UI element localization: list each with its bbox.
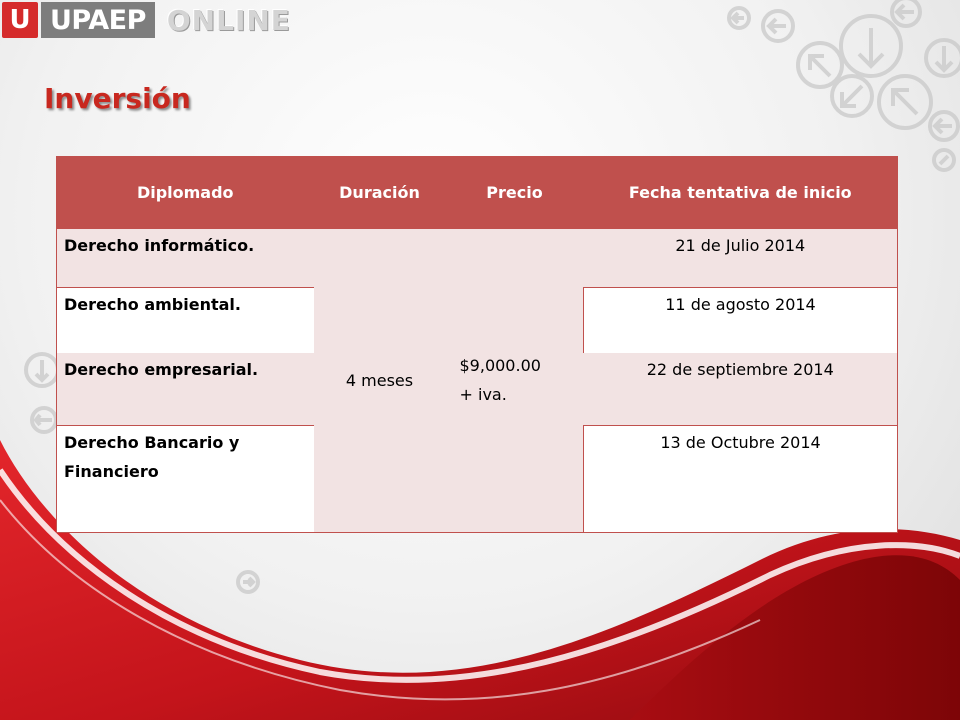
- table-header-row: Diplomado Duración Precio Fecha tentativ…: [56, 156, 898, 229]
- logo-mark: U: [2, 2, 38, 38]
- header-precio: Precio: [445, 156, 584, 229]
- upaep-online-logo: U UPAEP ONLINE: [2, 2, 291, 38]
- investment-table: Diplomado Duración Precio Fecha tentativ…: [56, 156, 898, 533]
- arrow-circle-icon: [928, 110, 960, 142]
- logo-suffix: ONLINE: [166, 3, 291, 37]
- header-diplomado: Diplomado: [56, 156, 314, 229]
- logo-brand: UPAEP: [41, 2, 155, 38]
- start-date: 22 de septiembre 2014: [583, 353, 898, 425]
- arrow-circle-icon: [830, 74, 874, 118]
- diploma-name: Derecho informático.: [56, 229, 314, 287]
- diploma-name: Derecho empresarial.: [56, 353, 314, 425]
- arrow-circle-icon: [932, 148, 956, 172]
- price-amount: $9,000.00: [459, 356, 541, 376]
- table-row: Derecho informático. 4 meses $9,000.00 +…: [56, 229, 898, 532]
- header-duracion: Duración: [313, 156, 446, 229]
- arrow-circle-icon: [236, 570, 260, 594]
- header-fecha: Fecha tentativa de inicio: [583, 156, 898, 229]
- start-date: 11 de agosto 2014: [583, 286, 898, 353]
- start-date: 21 de Julio 2014: [583, 229, 898, 287]
- arrow-circle-icon: [890, 0, 922, 28]
- page-title: Inversión: [44, 82, 191, 115]
- diploma-name: Derecho ambiental.: [56, 286, 314, 353]
- arrow-circle-icon: [30, 406, 58, 434]
- duration-cell: 4 meses: [313, 229, 446, 532]
- diploma-name: Derecho Bancario y Financiero: [56, 424, 314, 532]
- arrow-circle-icon: [924, 38, 960, 78]
- start-date: 13 de Octubre 2014: [583, 424, 898, 532]
- price-cell: $9,000.00 + iva.: [445, 229, 584, 532]
- arrow-circle-icon: [839, 14, 903, 78]
- arrow-circle-icon: [727, 6, 751, 30]
- price-tax: + iva.: [459, 385, 507, 405]
- arrow-circle-icon: [24, 352, 60, 388]
- arrow-circle-icon: [877, 74, 933, 130]
- arrow-circle-icon: [761, 9, 795, 43]
- arrow-circle-icon: [796, 41, 844, 89]
